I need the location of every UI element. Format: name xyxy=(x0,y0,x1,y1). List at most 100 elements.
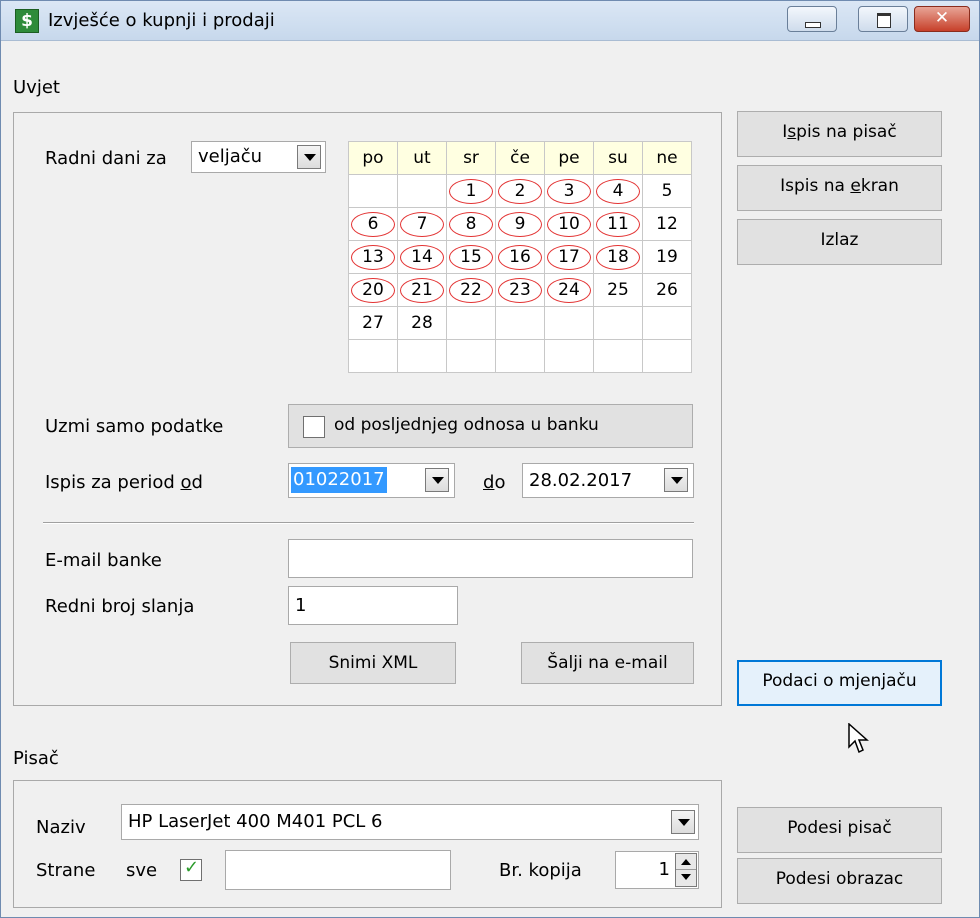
calendar-day-number: 3 xyxy=(547,178,591,204)
copies-spinner[interactable] xyxy=(675,853,697,887)
take-only-label: Uzmi samo podatke xyxy=(45,416,224,437)
calendar-day-cell[interactable]: 12 xyxy=(642,207,692,241)
exchange-data-button[interactable]: Podaci o mjenjaču xyxy=(737,660,942,706)
calendar-day-cell[interactable]: 16 xyxy=(495,240,545,274)
calendar-day-cell[interactable]: 8 xyxy=(446,207,496,241)
printer-select[interactable]: HP LaserJet 400 M401 PCL 6 xyxy=(121,804,699,840)
period-to-value: 28.02.2017 xyxy=(529,470,633,491)
divider xyxy=(43,522,694,524)
setup-printer-button[interactable]: Podesi pisač xyxy=(737,807,942,853)
calendar-day-cell[interactable]: 2 xyxy=(495,174,545,208)
calendar-day-number: 21 xyxy=(400,277,444,303)
send-email-button[interactable]: Šalji na e-mail xyxy=(521,642,694,684)
calendar-day-number: 15 xyxy=(449,244,493,270)
calendar-day-cell xyxy=(348,339,398,373)
last-bank-checkbox-label: od posljednjeg odnosa u banku xyxy=(334,415,599,435)
calendar-day-cell[interactable]: 20 xyxy=(348,273,398,307)
calendar-day-cell[interactable]: 18 xyxy=(593,240,643,274)
calendar-day-cell[interactable]: 13 xyxy=(348,240,398,274)
calendar-weekday-header: po xyxy=(348,141,398,175)
calendar-day-cell[interactable]: 15 xyxy=(446,240,496,274)
calendar-day-cell[interactable]: 6 xyxy=(348,207,398,241)
calendar-day-number: 10 xyxy=(547,211,591,237)
last-bank-checkbox[interactable] xyxy=(303,416,325,438)
printer-group-label: Pisač xyxy=(13,748,59,769)
calendar-weekday-header: sr xyxy=(446,141,496,175)
calendar-day-cell[interactable]: 3 xyxy=(544,174,594,208)
calendar-day-number: 9 xyxy=(498,211,542,237)
copies-value: 1 xyxy=(658,859,670,880)
bank-email-field[interactable] xyxy=(288,539,693,578)
print-to-printer-button[interactable]: Ispis na pisač xyxy=(737,111,942,157)
calendar-day-cell[interactable]: 27 xyxy=(348,306,398,340)
period-from-label: Ispis za period od xyxy=(45,472,203,493)
send-number-value: 1 xyxy=(295,595,307,616)
calendar-day-number: 14 xyxy=(400,244,444,270)
chevron-down-icon[interactable] xyxy=(297,145,321,169)
minimize-button[interactable] xyxy=(787,6,837,32)
calendar-day-cell xyxy=(446,306,496,340)
copies-label: Br. kopija xyxy=(499,860,582,881)
working-days-calendar[interactable]: po ut sr če pe su ne 1 2 3 4 5 6 7 8 9 10 11 12 13 14 15 16 17 1… xyxy=(348,141,692,373)
calendar-day-cell[interactable]: 28 xyxy=(397,306,447,340)
working-days-label: Radni dani za xyxy=(45,148,167,169)
calendar-day-number: 18 xyxy=(596,244,640,270)
calendar-day-number: 24 xyxy=(547,277,591,303)
last-bank-option[interactable]: od posljednjeg odnosa u banku xyxy=(288,404,693,448)
calendar-day-cell[interactable]: 10 xyxy=(544,207,594,241)
calendar-dropdown-icon-2[interactable] xyxy=(664,468,688,492)
calendar-day-cell xyxy=(593,306,643,340)
calendar-day-cell[interactable]: 14 xyxy=(397,240,447,274)
report-window: $ Izvješće o kupnji i prodaji Uvjet Radn… xyxy=(0,0,980,918)
exit-button[interactable]: Izlaz xyxy=(737,219,942,265)
calendar-day-cell[interactable]: 25 xyxy=(593,273,643,307)
period-to-label: do xyxy=(483,472,506,493)
condition-group-label: Uvjet xyxy=(13,77,60,98)
calendar-day-cell[interactable]: 21 xyxy=(397,273,447,307)
calendar-day-cell[interactable]: 1 xyxy=(446,174,496,208)
calendar-week-row: 27 28 xyxy=(348,306,692,340)
calendar-dropdown-icon[interactable] xyxy=(425,468,449,492)
setup-form-button[interactable]: Podesi obrazac xyxy=(737,858,942,904)
printer-dropdown-icon[interactable] xyxy=(671,810,695,834)
calendar-day-cell[interactable]: 22 xyxy=(446,273,496,307)
title-bar[interactable]: $ Izvješće o kupnji i prodaji xyxy=(1,1,979,41)
calendar-weekday-header: pe xyxy=(544,141,594,175)
spin-up-icon[interactable] xyxy=(676,854,696,870)
calendar-day-cell[interactable]: 4 xyxy=(593,174,643,208)
calendar-day-cell xyxy=(397,174,447,208)
calendar-day-cell xyxy=(495,339,545,373)
dollar-app-icon: $ xyxy=(15,9,39,33)
calendar-header-row: po ut sr če pe su ne xyxy=(348,141,692,175)
calendar-day-cell[interactable]: 9 xyxy=(495,207,545,241)
calendar-day-cell xyxy=(544,306,594,340)
pages-field[interactable] xyxy=(225,850,451,890)
close-button[interactable] xyxy=(914,6,970,32)
calendar-day-cell[interactable]: 26 xyxy=(642,273,692,307)
calendar-day-cell[interactable]: 23 xyxy=(495,273,545,307)
calendar-weekday-header: ne xyxy=(642,141,692,175)
calendar-day-cell[interactable]: 17 xyxy=(544,240,594,274)
calendar-day-number: 2 xyxy=(498,178,542,204)
period-from-value: 01022017 xyxy=(291,467,387,493)
calendar-day-cell[interactable]: 7 xyxy=(397,207,447,241)
send-number-field[interactable]: 1 xyxy=(288,586,458,625)
spin-down-icon[interactable] xyxy=(676,870,696,886)
calendar-day-cell xyxy=(593,339,643,373)
calendar-day-cell[interactable]: 19 xyxy=(642,240,692,274)
bank-email-label: E-mail banke xyxy=(45,550,162,571)
calendar-day-number: 8 xyxy=(449,211,493,237)
all-pages-checkbox[interactable]: ✓ xyxy=(180,857,202,881)
print-to-screen-button[interactable]: Ispis na ekran xyxy=(737,165,942,211)
calendar-day-number: 6 xyxy=(351,211,395,237)
maximize-button[interactable] xyxy=(858,6,908,32)
calendar-day-number: 11 xyxy=(596,211,640,237)
month-select-value: veljaču xyxy=(198,146,263,167)
save-xml-button[interactable]: Snimi XML xyxy=(290,642,456,684)
calendar-week-row xyxy=(348,339,692,373)
calendar-weekday-header: su xyxy=(593,141,643,175)
calendar-day-number: 7 xyxy=(400,211,444,237)
calendar-day-cell[interactable]: 24 xyxy=(544,273,594,307)
calendar-day-cell[interactable]: 11 xyxy=(593,207,643,241)
calendar-day-cell[interactable]: 5 xyxy=(642,174,692,208)
